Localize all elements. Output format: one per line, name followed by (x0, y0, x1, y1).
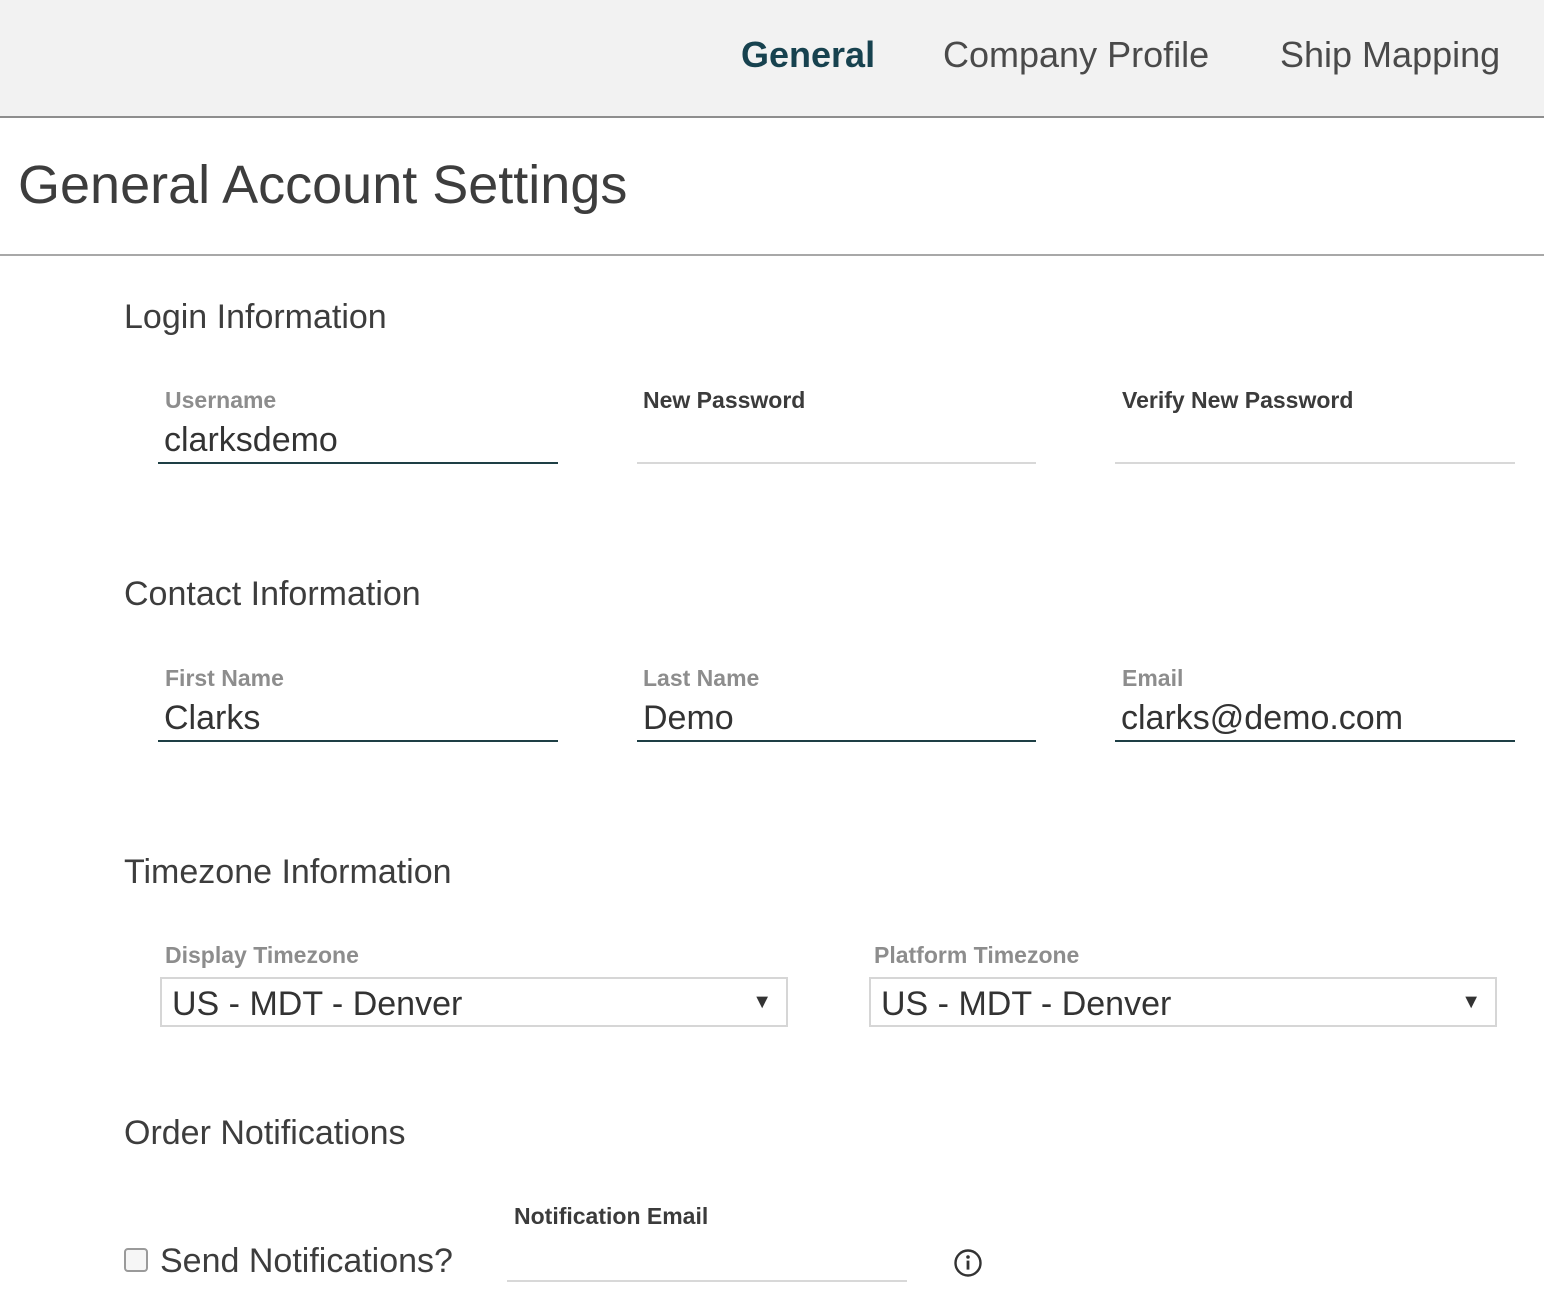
display-timezone-value: US - MDT - Denver (172, 985, 463, 1023)
section-title-login: Login Information (124, 298, 387, 336)
verify-password-label: Verify New Password (1122, 387, 1354, 413)
title-divider (0, 254, 1544, 256)
chevron-down-icon: ▼ (1461, 991, 1481, 1013)
display-timezone-select[interactable]: US - MDT - Denver ▼ (160, 977, 788, 1027)
top-nav-bar: General Company Profile Ship Mapping (0, 0, 1544, 118)
first-name-label: First Name (165, 665, 284, 691)
username-label: Username (165, 387, 277, 413)
section-title-timezone: Timezone Information (124, 853, 452, 891)
platform-timezone-label: Platform Timezone (874, 942, 1080, 968)
new-password-input[interactable] (637, 418, 1036, 464)
send-notifications-checkbox[interactable] (124, 1248, 148, 1272)
platform-timezone-select[interactable]: US - MDT - Denver ▼ (869, 977, 1497, 1027)
platform-timezone-value: US - MDT - Denver (881, 985, 1172, 1023)
email-label: Email (1122, 665, 1184, 691)
last-name-label: Last Name (643, 665, 760, 691)
email-input[interactable] (1115, 696, 1515, 742)
tab-company-profile[interactable]: Company Profile (943, 34, 1209, 76)
send-notifications-label[interactable]: Send Notifications? (160, 1242, 453, 1281)
verify-password-input[interactable] (1115, 418, 1515, 464)
last-name-input[interactable] (637, 696, 1036, 742)
section-title-notifications: Order Notifications (124, 1114, 406, 1152)
tab-ship-mapping[interactable]: Ship Mapping (1280, 34, 1500, 76)
notification-email-input[interactable] (507, 1236, 907, 1282)
tab-general[interactable]: General (741, 34, 875, 76)
info-icon[interactable] (953, 1248, 983, 1278)
notification-email-label: Notification Email (514, 1203, 709, 1229)
first-name-input[interactable] (158, 696, 558, 742)
page-title: General Account Settings (18, 155, 628, 215)
chevron-down-icon: ▼ (752, 991, 772, 1013)
username-input[interactable] (158, 418, 558, 464)
new-password-label: New Password (643, 387, 806, 413)
display-timezone-label: Display Timezone (165, 942, 359, 968)
section-title-contact: Contact Information (124, 575, 421, 613)
